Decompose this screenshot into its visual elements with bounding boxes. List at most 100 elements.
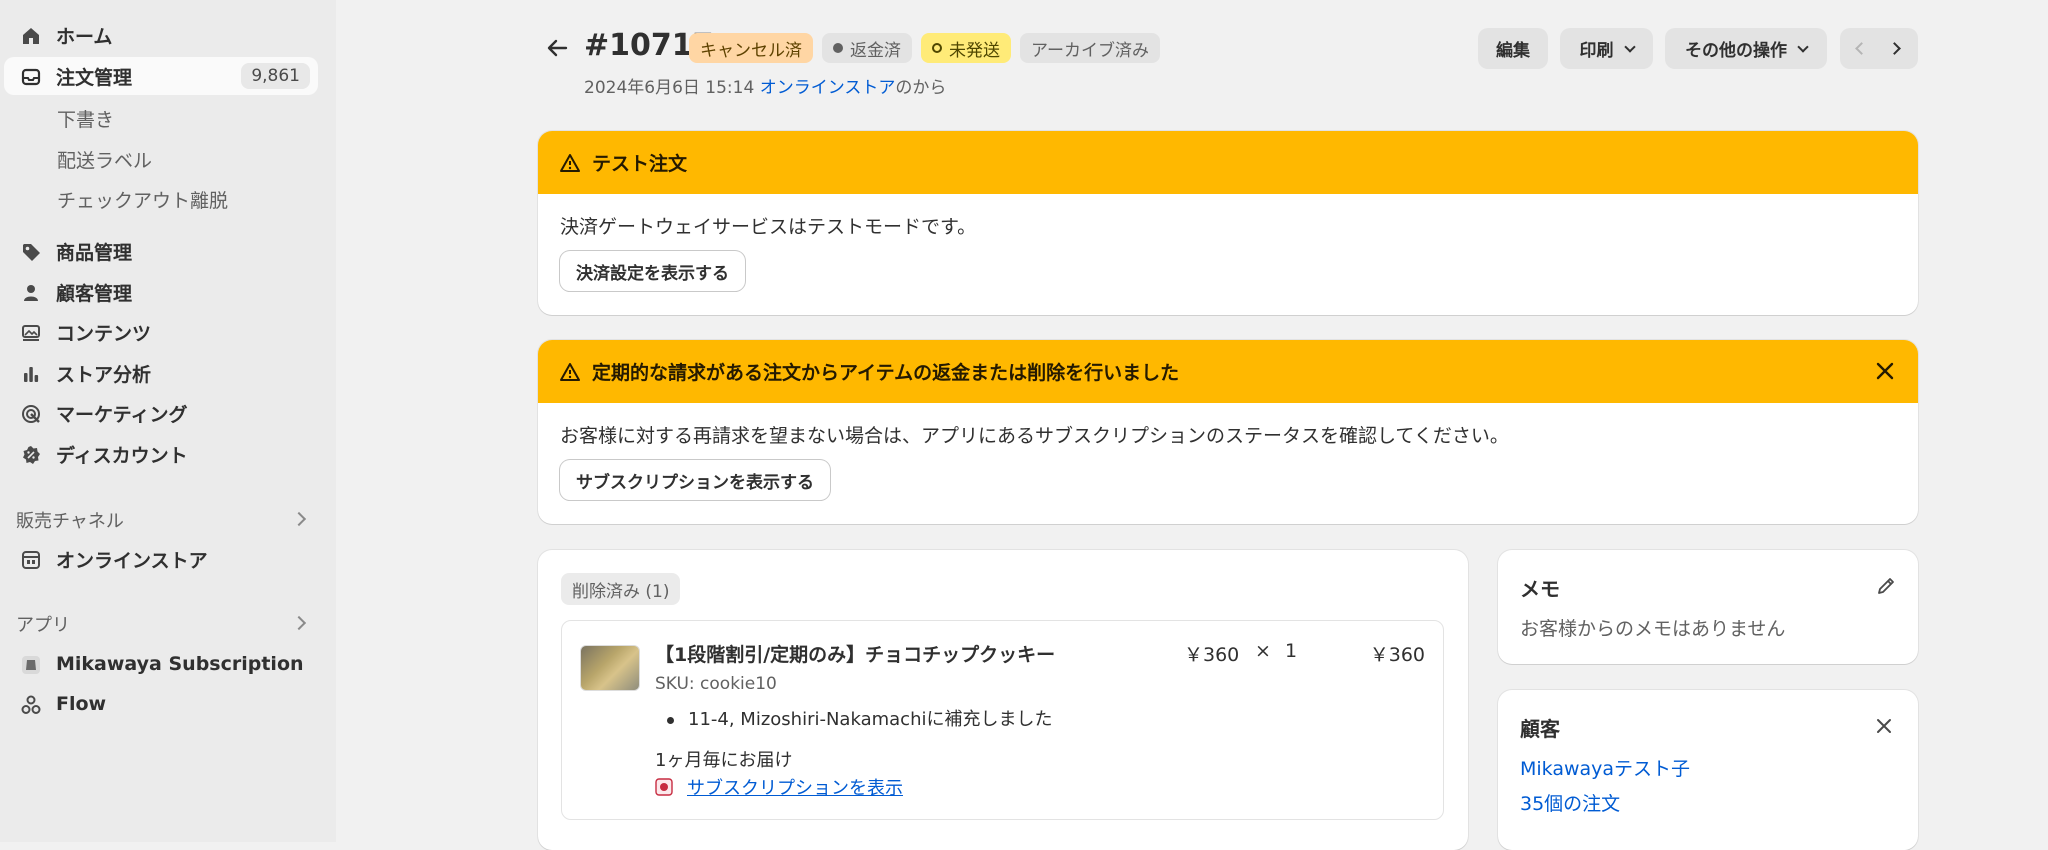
- product-name[interactable]: 【1段階割引/定期のみ】チョコチップクッキー: [655, 640, 1055, 667]
- nav-orders[interactable]: 注文管理 9,861: [4, 57, 318, 95]
- banner-header: 定期的な請求がある注文からアイテムの返金または削除を行いました: [538, 340, 1918, 403]
- restock-note-text: 11-4, Mizoshiri-Nakamachiに補充しました: [688, 709, 1053, 730]
- nav-label: ストア分析: [56, 363, 152, 386]
- product-sku: SKU: cookie10: [655, 674, 777, 694]
- home-icon: [20, 25, 42, 47]
- times-sign: ×: [1255, 640, 1271, 662]
- close-icon[interactable]: [1876, 718, 1892, 734]
- chevron-right-icon[interactable]: [291, 615, 307, 631]
- nav-label: マーケティング: [56, 403, 188, 426]
- flow-icon: [20, 694, 42, 716]
- nav-label: 顧客管理: [56, 282, 133, 305]
- nav-marketing[interactable]: マーケティング: [4, 394, 318, 432]
- chevron-left-icon: [1855, 42, 1868, 55]
- more-actions-button[interactable]: その他の操作: [1665, 28, 1827, 69]
- banner-title: テスト注文: [592, 153, 688, 175]
- nav-content[interactable]: コンテンツ: [4, 313, 318, 351]
- edit-button[interactable]: 編集: [1478, 28, 1548, 69]
- order-pager: [1840, 28, 1918, 69]
- nav-app-mikawaya[interactable]: Mikawaya Subscription: [4, 645, 318, 683]
- status-badge-unfulfilled: 未発送: [921, 33, 1011, 63]
- nav-app-flow[interactable]: Flow: [4, 685, 318, 723]
- badge-label: アーカイブ済み: [1031, 40, 1149, 61]
- banner-message: 決済ゲートウェイサービスはテストモードです。: [560, 216, 977, 238]
- order-date: 2024年6月6日 15:14: [584, 78, 755, 98]
- edit-pencil-icon[interactable]: [1876, 576, 1896, 596]
- status-ring: [932, 43, 942, 53]
- source-link[interactable]: オンラインストア: [760, 78, 896, 98]
- subscription-link-row: サブスクリプションを表示: [655, 774, 903, 800]
- view-subscription-link[interactable]: サブスクリプションを表示: [687, 774, 903, 800]
- back-arrow-icon[interactable]: [544, 34, 572, 62]
- view-payment-settings-button[interactable]: 決済設定を表示する: [560, 251, 745, 291]
- sales-channels-heading[interactable]: 販売チャネル: [16, 507, 124, 533]
- chevron-down-icon: [1797, 40, 1809, 53]
- store-icon: [20, 549, 42, 571]
- restock-note: 11-4, Mizoshiri-Nakamachiに補充しました: [667, 705, 1052, 731]
- print-label: 印刷: [1579, 41, 1614, 61]
- button-label: サブスクリプションを表示する: [576, 472, 814, 493]
- nav-label: ホーム: [56, 25, 113, 48]
- item-total: ￥360: [1369, 644, 1425, 666]
- nav-label: 商品管理: [56, 241, 133, 264]
- customer-orders-link[interactable]: 35個の注文: [1520, 789, 1620, 816]
- warning-icon: [560, 153, 580, 172]
- banner-body: 決済ゲートウェイサービスはテストモードです。 決済設定を表示する: [538, 194, 1918, 309]
- delivery-frequency: 1ヶ月毎にお届け: [655, 750, 793, 771]
- previous-order-button[interactable]: [1840, 28, 1879, 69]
- nav-label: ディスカウント: [56, 444, 188, 467]
- nav-customers[interactable]: 顧客管理: [4, 273, 318, 311]
- status-dot: [833, 43, 843, 53]
- customer-card: 顧客 Mikawayaテスト子 35個の注文: [1498, 690, 1918, 850]
- close-icon[interactable]: [1874, 360, 1896, 382]
- nav-analytics[interactable]: ストア分析: [4, 354, 318, 392]
- source-suffix: のから: [895, 78, 947, 98]
- sidebar: ホーム 注文管理 9,861 下書き 配送ラベル チェックアウト離脱 商品管理 …: [0, 0, 336, 842]
- badge-label: 返金済: [850, 40, 901, 61]
- nav-label: コンテンツ: [56, 322, 152, 345]
- banner-title: 定期的な請求がある注文からアイテムの返金または削除を行いました: [592, 362, 1180, 384]
- nav-products[interactable]: 商品管理: [4, 232, 318, 270]
- banner-header: テスト注文: [538, 131, 1918, 194]
- memo-text: お客様からのメモはありません: [1520, 618, 1786, 640]
- sidebar-item-abandoned-checkouts[interactable]: チェックアウト離脱: [57, 186, 228, 213]
- bullet: [667, 716, 674, 724]
- content-icon: [20, 322, 42, 344]
- nav-discounts[interactable]: ディスカウント: [4, 435, 318, 473]
- sidebar-item-drafts[interactable]: 下書き: [57, 105, 114, 132]
- apps-heading[interactable]: アプリ: [16, 611, 70, 637]
- test-order-banner: テスト注文 決済ゲートウェイサービスはテストモードです。 決済設定を表示する: [538, 131, 1918, 315]
- tag-icon: [20, 241, 42, 263]
- nav-home[interactable]: ホーム: [4, 16, 318, 54]
- badge-label: 未発送: [949, 40, 1000, 61]
- customer-title: 顧客: [1520, 717, 1560, 741]
- line-item: 【1段階割引/定期のみ】チョコチップクッキー SKU: cookie10 11-…: [561, 620, 1444, 820]
- chevron-right-icon[interactable]: [291, 511, 307, 527]
- button-label: 決済設定を表示する: [576, 263, 729, 284]
- status-badge-cancelled: キャンセル済: [689, 33, 813, 63]
- mikawaya-app-icon: [20, 654, 42, 676]
- nav-label: オンラインストア: [56, 549, 208, 572]
- nav-online-store[interactable]: オンラインストア: [4, 540, 318, 578]
- badge-label: キャンセル済: [700, 40, 802, 61]
- product-thumbnail[interactable]: [580, 645, 640, 691]
- banner-message: お客様に対する再請求を望まない場合は、アプリにあるサブスクリプションのステータス…: [560, 425, 1509, 447]
- chart-icon: [20, 363, 42, 385]
- nav-label: 注文管理: [56, 66, 133, 89]
- subscription-banner: 定期的な請求がある注文からアイテムの返金または削除を行いました お客様に対する再…: [538, 340, 1918, 524]
- target-icon: [20, 403, 42, 425]
- sidebar-item-shipping-labels[interactable]: 配送ラベル: [57, 146, 152, 173]
- status-badge-archived: アーカイブ済み: [1020, 33, 1160, 63]
- item-quantity: 1: [1285, 640, 1298, 662]
- print-button[interactable]: 印刷: [1560, 28, 1653, 69]
- nav-label: Flow: [56, 693, 107, 715]
- customer-name-link[interactable]: Mikawayaテスト子: [1520, 754, 1690, 781]
- warning-icon: [560, 362, 580, 381]
- more-actions-label: その他の操作: [1685, 41, 1787, 61]
- chevron-down-icon: [1623, 40, 1636, 53]
- memo-card: メモ お客様からのメモはありません: [1498, 550, 1918, 664]
- nav-label: Mikawaya Subscription: [56, 653, 304, 675]
- next-order-button[interactable]: [1879, 28, 1918, 69]
- view-subscription-button[interactable]: サブスクリプションを表示する: [560, 460, 830, 500]
- inbox-icon: [20, 66, 42, 88]
